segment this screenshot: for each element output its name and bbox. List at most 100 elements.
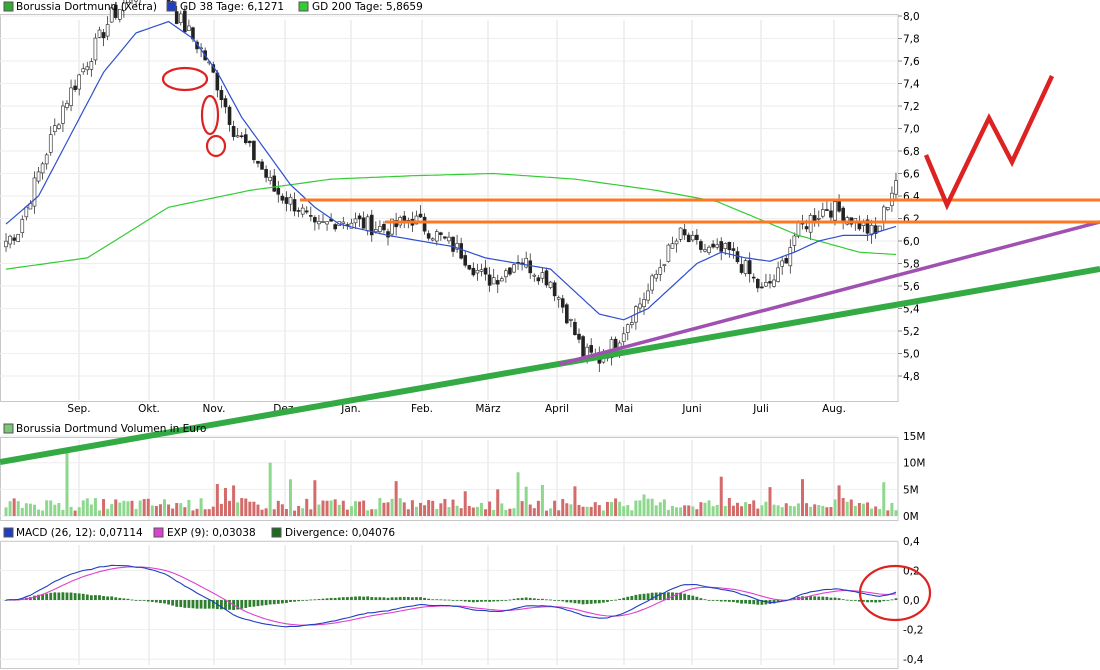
candle-body bbox=[625, 324, 630, 333]
y-tick-label: 7,0 bbox=[903, 124, 920, 136]
volume-bar bbox=[740, 506, 744, 516]
volume-bar bbox=[687, 505, 691, 516]
macd-histogram-bar bbox=[646, 593, 650, 600]
legend-gd200-label: GD 200 Tage: 5,8659 bbox=[312, 1, 423, 13]
volume-bar bbox=[232, 485, 236, 516]
legend-volume: Borussia Dortmund Volumen in Euro bbox=[3, 423, 206, 435]
candle-body bbox=[638, 303, 642, 309]
macd-histogram-bar bbox=[618, 598, 622, 600]
candle-body bbox=[577, 333, 581, 340]
volume-bar bbox=[760, 505, 764, 516]
macd-histogram-bar bbox=[61, 592, 65, 600]
candle-body bbox=[447, 236, 451, 242]
volume-bar bbox=[378, 498, 382, 516]
y-tick-label: 7,8 bbox=[903, 34, 920, 46]
volume-bar bbox=[268, 462, 272, 516]
volume-bar bbox=[402, 502, 406, 516]
volume-bar bbox=[528, 504, 532, 516]
volume-bar bbox=[195, 508, 199, 516]
volume-bar bbox=[106, 508, 110, 516]
volume-bar bbox=[110, 504, 114, 516]
macd-histogram-bar bbox=[736, 600, 739, 603]
y-tick-label: 6,0 bbox=[903, 236, 920, 248]
legend-swatch-divergence bbox=[271, 527, 282, 538]
x-tick-label: Feb. bbox=[411, 403, 433, 415]
macd-histogram-bar bbox=[874, 600, 878, 603]
macd-histogram-bar bbox=[512, 598, 516, 600]
volume-bar bbox=[703, 502, 707, 516]
volume-bar bbox=[638, 500, 642, 516]
volume-bar bbox=[593, 502, 597, 516]
candle-body bbox=[715, 244, 719, 248]
volume-bar bbox=[581, 506, 585, 516]
candle-body bbox=[243, 134, 248, 144]
candle-body bbox=[487, 274, 492, 286]
x-tick-label: Sep. bbox=[67, 403, 90, 415]
macd-histogram-bar bbox=[683, 593, 687, 600]
volume-bar bbox=[459, 508, 463, 516]
volume-tick-label: 5M bbox=[903, 484, 919, 496]
volume-bar bbox=[41, 510, 45, 516]
candle-body bbox=[739, 264, 744, 273]
candle-body bbox=[382, 224, 386, 231]
macd-histogram-bar bbox=[504, 600, 508, 601]
candle-body bbox=[40, 163, 45, 174]
candle-body bbox=[662, 264, 667, 267]
grid: Sep.Okt.Nov.Dez.Jan.Feb.MärzAprilMaiJuni… bbox=[0, 0, 925, 669]
volume-bar bbox=[20, 507, 24, 516]
macd-histogram-bar bbox=[825, 596, 829, 600]
macd-histogram-bar bbox=[853, 600, 857, 601]
gd38-line bbox=[5, 20, 897, 321]
macd-histogram-bar bbox=[508, 599, 512, 601]
candle-body bbox=[475, 270, 480, 274]
stock-chart: Sep.Okt.Nov.Dez.Jan.Feb.MärzAprilMaiJuni… bbox=[0, 0, 1100, 669]
candle-body bbox=[499, 278, 504, 282]
candle-body bbox=[674, 240, 679, 245]
volume-bar bbox=[833, 499, 837, 516]
volume-bar bbox=[488, 501, 492, 516]
volume-bar bbox=[57, 503, 61, 516]
macd-histogram-bar bbox=[268, 600, 272, 605]
macd-histogram-bar bbox=[362, 596, 366, 600]
volume-bar bbox=[45, 500, 49, 516]
candle-body bbox=[463, 255, 468, 266]
macd-histogram-bar bbox=[49, 592, 53, 600]
candle-body bbox=[682, 229, 687, 236]
candle-body bbox=[235, 135, 240, 138]
volume-bar bbox=[719, 476, 723, 516]
x-tick-label: Mai bbox=[615, 403, 633, 415]
volume-bar bbox=[223, 488, 227, 516]
volume-bar bbox=[114, 499, 118, 516]
legend-swatch-exp bbox=[153, 527, 164, 538]
volume-bar bbox=[12, 498, 16, 516]
candle-body bbox=[764, 282, 768, 287]
candle-body bbox=[792, 235, 797, 246]
volume-bar bbox=[150, 505, 154, 516]
y-tick-label: 6,2 bbox=[903, 214, 920, 226]
macd-histogram-bar bbox=[53, 592, 57, 600]
volume-bar bbox=[691, 506, 695, 516]
macd-histogram-bar bbox=[496, 600, 500, 602]
x-tick-label: Aug. bbox=[822, 403, 846, 415]
candle-body bbox=[548, 281, 553, 288]
macd-histogram-bar bbox=[167, 600, 170, 605]
volume-bar bbox=[81, 500, 85, 516]
macd-histogram-bar bbox=[471, 600, 475, 603]
volume-bar bbox=[805, 503, 809, 516]
volume-bar bbox=[622, 506, 626, 516]
macd-histogram-bar bbox=[366, 596, 370, 600]
macd-histogram-bar bbox=[345, 597, 349, 600]
volume-bar bbox=[207, 509, 211, 516]
volume-bar bbox=[549, 508, 553, 516]
macd-histogram-bar bbox=[740, 600, 743, 604]
candle-body bbox=[666, 244, 671, 262]
macd-tick-label: 0,4 bbox=[903, 536, 920, 548]
macd-histogram-bar bbox=[248, 600, 252, 607]
candle-body bbox=[313, 217, 317, 223]
macd-histogram-bar bbox=[752, 600, 756, 605]
candle-body bbox=[569, 319, 573, 321]
y-tick-label: 8,2 bbox=[903, 0, 920, 1]
macd-histogram-bar bbox=[175, 600, 179, 607]
legend-swatch-gd200 bbox=[298, 1, 309, 12]
volume-bar bbox=[475, 506, 479, 516]
